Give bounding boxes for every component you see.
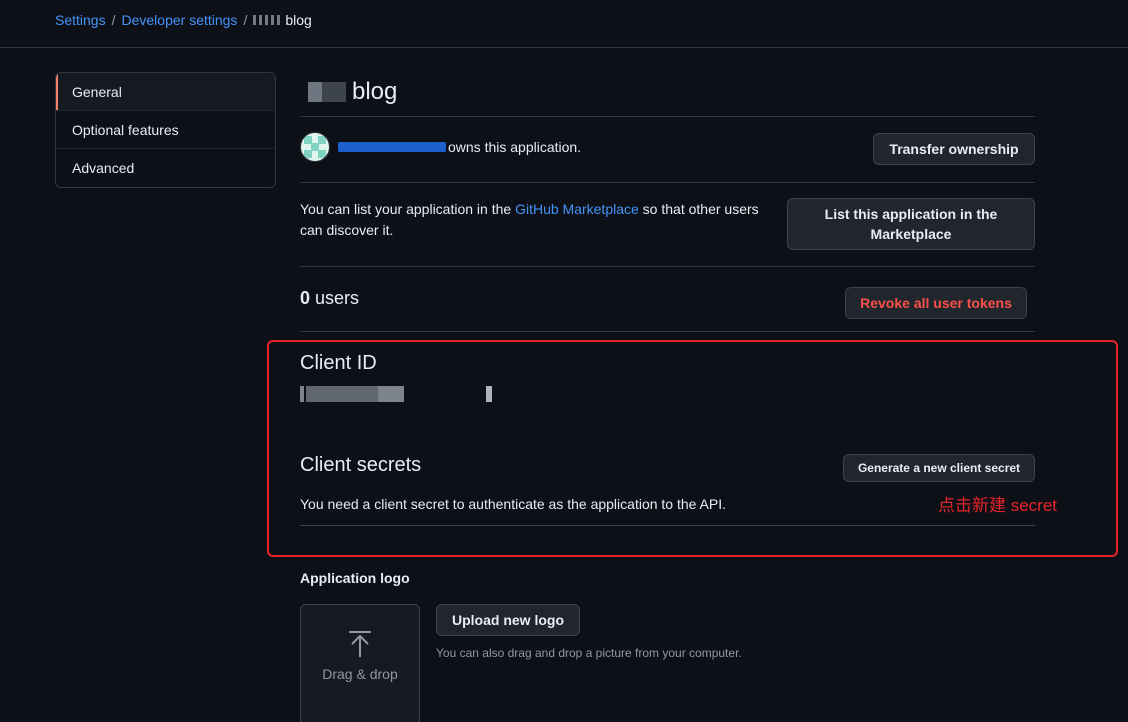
page-title: blog (300, 78, 397, 106)
divider (300, 116, 1035, 117)
users-count-label: users (315, 288, 360, 308)
app-title-label: blog (352, 78, 398, 105)
marketplace-text-before: You can list your application in the (300, 201, 516, 217)
users-count: 0 users (300, 288, 359, 309)
owner-text: owns this application. (448, 139, 582, 155)
redacted-text (253, 15, 282, 25)
upload-arrow-icon (349, 631, 371, 657)
sidebar-item-advanced[interactable]: Advanced (56, 149, 275, 187)
sidebar-item-general[interactable]: General (56, 73, 275, 111)
annotation-highlight-box (267, 340, 1118, 557)
logo-dropzone[interactable]: Drag & drop (300, 604, 420, 722)
breadcrumb-current-label: blog (285, 12, 312, 28)
revoke-all-user-tokens-button[interactable]: Revoke all user tokens (845, 287, 1027, 319)
annotation-label: 点击新建 secret (938, 496, 1058, 515)
drag-drop-label: Drag & drop (322, 666, 398, 682)
breadcrumb-separator: / (111, 12, 116, 28)
breadcrumb-settings-link[interactable]: Settings (55, 12, 106, 28)
breadcrumb-developer-settings-link[interactable]: Developer settings (121, 12, 237, 28)
list-in-marketplace-button[interactable]: List this application in the Marketplace (787, 198, 1035, 250)
divider (300, 331, 1035, 332)
avatar[interactable] (300, 132, 330, 162)
divider (300, 182, 1035, 183)
users-count-value: 0 (300, 288, 311, 308)
marketplace-description: You can list your application in the Git… (300, 199, 782, 241)
breadcrumb-bar: Settings / Developer settings / blog (0, 0, 1128, 48)
upload-new-logo-button[interactable]: Upload new logo (436, 604, 580, 636)
divider (300, 266, 1035, 267)
transfer-ownership-button[interactable]: Transfer ownership (873, 133, 1035, 165)
settings-sidebar: General Optional features Advanced (55, 72, 276, 188)
breadcrumb-separator: / (243, 12, 248, 28)
breadcrumb-current: blog (253, 12, 312, 28)
application-logo-heading: Application logo (300, 570, 410, 586)
breadcrumb: Settings / Developer settings / blog (55, 12, 312, 28)
sidebar-item-optional-features[interactable]: Optional features (56, 111, 275, 149)
upload-hint-text: You can also drag and drop a picture fro… (436, 646, 742, 660)
redacted-text (300, 82, 346, 102)
github-marketplace-link[interactable]: GitHub Marketplace (515, 201, 639, 217)
owner-row: owns this application. (300, 132, 581, 162)
owner-username-redacted[interactable] (338, 142, 446, 152)
